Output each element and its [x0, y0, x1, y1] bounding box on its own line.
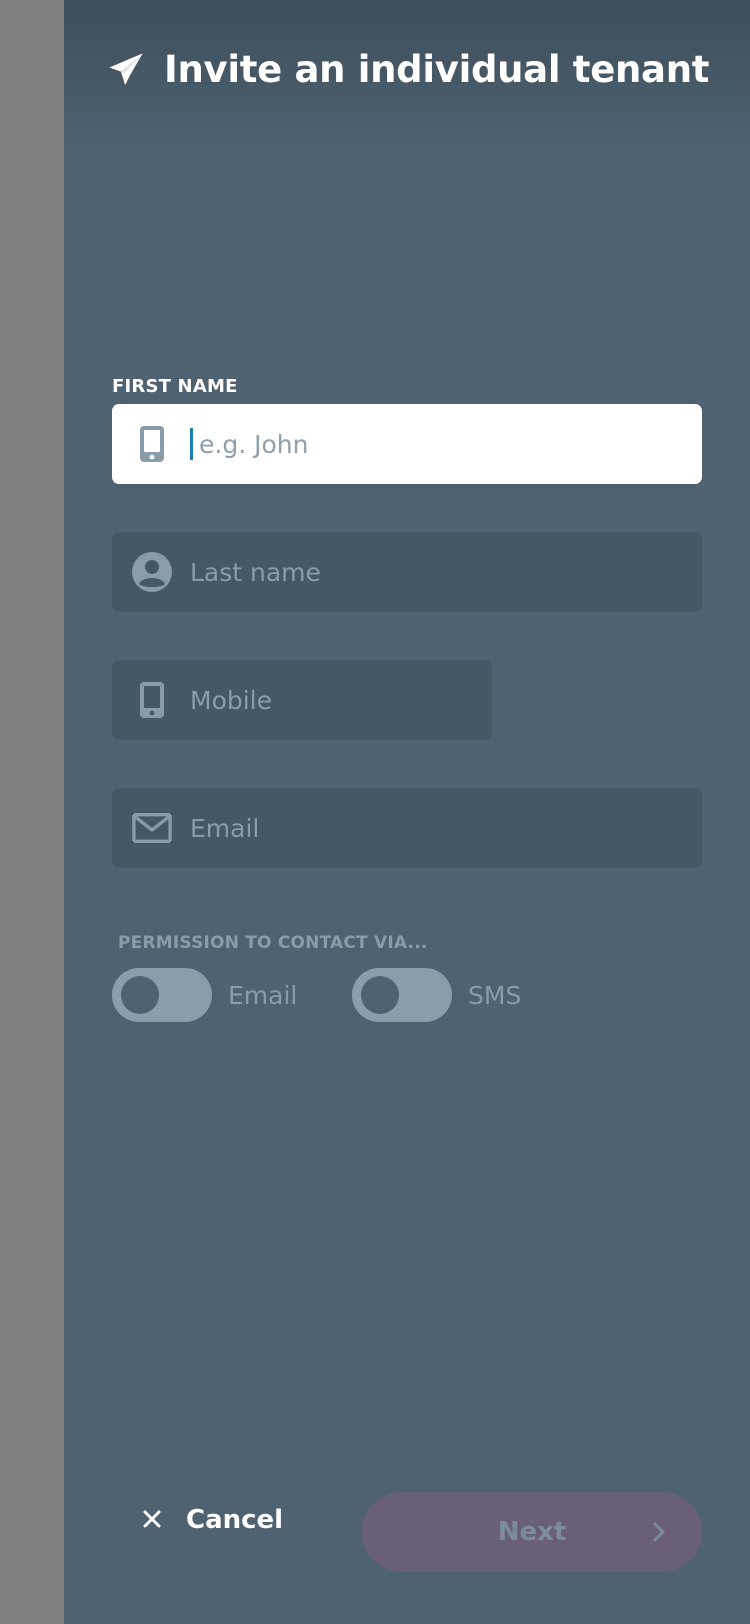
- sms-permission-toggle[interactable]: [352, 968, 452, 1022]
- next-button[interactable]: Next: [362, 1492, 702, 1572]
- paper-plane-icon: [106, 50, 146, 90]
- cancel-label: Cancel: [186, 1505, 284, 1535]
- cancel-button[interactable]: Cancel: [140, 1505, 283, 1535]
- last-name-field[interactable]: [112, 532, 702, 612]
- first-name-label: FIRST NAME: [112, 376, 238, 397]
- panel-header: Invite an individual tenant: [106, 48, 709, 91]
- close-icon: [140, 1505, 164, 1535]
- text-caret: [190, 428, 193, 460]
- email-field[interactable]: [112, 788, 702, 868]
- mobile-field[interactable]: [112, 660, 492, 740]
- toggle-knob: [121, 976, 159, 1014]
- email-permission-label: Email: [228, 980, 298, 1010]
- permission-sms-option[interactable]: SMS: [352, 968, 521, 1022]
- first-name-field[interactable]: [112, 404, 702, 484]
- chevron-right-icon: [646, 1518, 672, 1546]
- permission-label: PERMISSION TO CONTACT VIA...: [118, 933, 428, 953]
- next-label: Next: [497, 1517, 567, 1547]
- invite-tenant-panel: Invite an individual tenant FIRST NAME e…: [64, 0, 750, 1624]
- sms-permission-label: SMS: [468, 980, 522, 1010]
- mobile-phone-icon: [132, 424, 172, 464]
- toggle-knob: [361, 976, 399, 1014]
- email-permission-toggle[interactable]: [112, 968, 212, 1022]
- email-input[interactable]: [190, 813, 630, 843]
- mobile-phone-icon: [132, 680, 172, 720]
- envelope-icon: [132, 808, 172, 848]
- mobile-input[interactable]: [190, 685, 440, 715]
- permission-email-option[interactable]: Email: [112, 968, 297, 1022]
- first-name-input[interactable]: [199, 429, 639, 459]
- page-title: Invite an individual tenant: [164, 48, 710, 91]
- last-name-input[interactable]: [190, 557, 630, 587]
- backdrop-overlay[interactable]: [0, 0, 64, 1624]
- person-icon: [132, 552, 172, 592]
